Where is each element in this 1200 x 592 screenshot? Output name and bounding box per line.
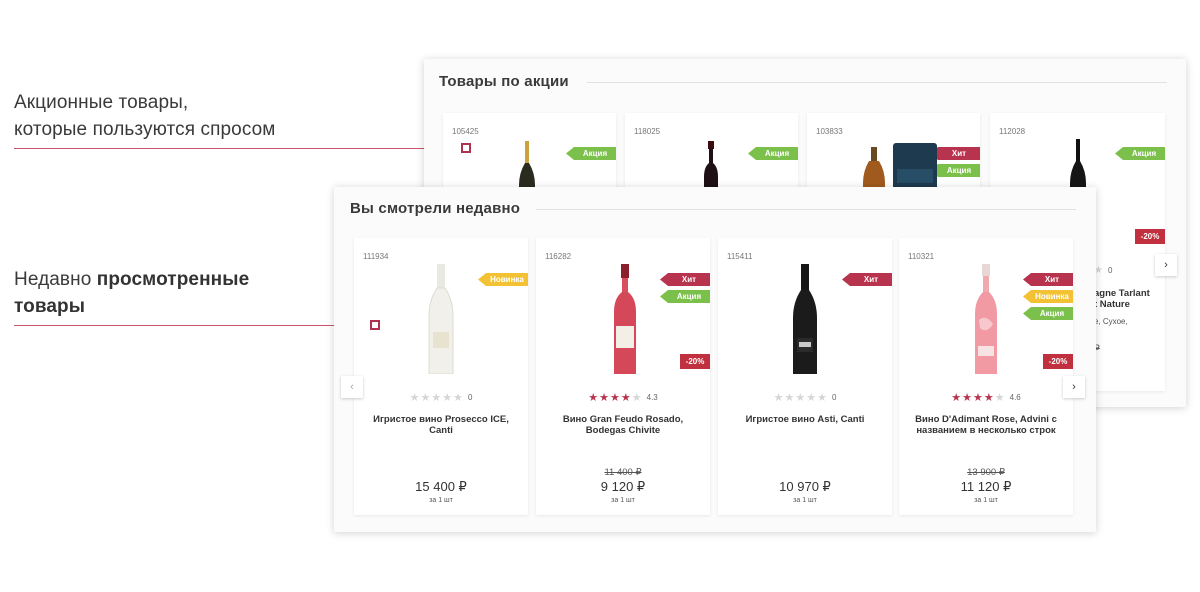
hit-tag: Хит <box>842 273 892 286</box>
annotation-promo-line2: которые пользуются спросом <box>14 119 276 140</box>
star-icon: ★ <box>973 392 984 404</box>
product-name: agne Tarlant t Nature <box>1094 288 1150 310</box>
rating-value: 4.6 <box>1009 393 1021 402</box>
product-name[interactable]: Игристое вино Prosecco ICE, Canti <box>368 414 514 436</box>
discount-badge: -20% <box>1043 354 1073 369</box>
star-icon: ★ <box>795 392 807 404</box>
recent-panel-rule <box>536 209 1076 210</box>
star-icon: ★ <box>806 392 818 404</box>
star-icon: ★ <box>431 392 443 404</box>
new-tag: Новинка <box>1023 290 1073 303</box>
product-sku: 110321 <box>908 252 935 261</box>
product-name[interactable]: Игристое вино Asti, Canti <box>732 414 878 425</box>
rating-stars: ★★★★★ 4.3 <box>536 391 710 404</box>
discount-badge: -20% <box>1135 229 1165 244</box>
rating-stars: ★★★★★ 0 <box>718 391 892 404</box>
product-image <box>611 264 639 374</box>
product-image <box>427 264 455 374</box>
promo-tag: Акция <box>566 147 616 160</box>
annotation-promo-line1: Акционные товары, <box>14 92 189 113</box>
annotation-recent: Недавно просмотренные товары <box>14 266 249 320</box>
product-sku: 111934 <box>363 252 389 261</box>
promo-tag: Акция <box>1023 307 1073 320</box>
product-card[interactable]: 111934 Новинка ★★★★★ 0 Игристое вино Pros… <box>354 238 528 515</box>
star-icon: ★ <box>983 392 995 404</box>
rating-value: 0 <box>467 393 473 402</box>
product-image <box>972 264 1000 374</box>
star-icon: ★ <box>453 392 464 404</box>
recent-panel-title: Вы смотрели недавно <box>350 200 521 217</box>
rating-value: 0 <box>1107 266 1113 275</box>
product-price: 9 120 ₽ <box>600 479 646 494</box>
star-icon: ★ <box>994 392 1006 404</box>
price-unit: за 1 шт <box>429 497 453 504</box>
hit-tag: Хит <box>1023 273 1073 286</box>
recent-prev-button[interactable]: ‹ <box>341 376 363 398</box>
promo-next-button[interactable]: › <box>1155 254 1177 276</box>
product-name[interactable]: Вино Gran Feudo Rosado, Bodegas Chivite <box>550 414 696 436</box>
chevron-right-icon: › <box>1072 381 1076 393</box>
rating-value: 4.3 <box>646 393 658 402</box>
product-sku: 115411 <box>727 252 753 261</box>
annotation-recent-bold2: товары <box>14 296 86 317</box>
price-unit: за 1 шт <box>793 497 817 504</box>
chevron-right-icon: › <box>1164 259 1168 271</box>
star-icon: ★ <box>784 392 796 404</box>
annotation-promo: Акционные товары, которые пользуются спр… <box>14 89 275 143</box>
price-unit: за 1 шт <box>611 497 635 504</box>
annotation-recent-bold: просмотренные <box>96 269 250 290</box>
star-icon: ★ <box>962 392 973 404</box>
product-card[interactable]: 115411 Хит ★★★★★ 0 Игристое вино Asti, Ca… <box>718 238 892 515</box>
product-card[interactable]: 116282 Хит Акция -20% ★★★★★ 4.3 Вино Gran… <box>536 238 710 515</box>
star-icon: ★ <box>442 392 454 404</box>
star-icon: ★ <box>420 392 432 404</box>
product-price: 15 400 ₽ <box>415 479 467 494</box>
annotation-promo-line <box>14 148 461 149</box>
product-card[interactable]: 110321 Хит Новинка Акция -20% ★★★★★ 4.6 В… <box>899 238 1073 515</box>
star-icon: ★ <box>817 392 828 404</box>
recent-panel: Вы смотрели недавно 111934 Новинка ★★★★★… <box>334 187 1096 532</box>
old-price: 11 400 ₽ <box>604 467 642 478</box>
product-image <box>791 264 819 374</box>
rating-value: 0 <box>831 393 837 402</box>
promo-tag: Акция <box>748 147 798 160</box>
star-icon: ★ <box>588 392 600 404</box>
product-name[interactable]: Вино D'Adimant Rose, Advini с названием … <box>913 414 1059 436</box>
rating-stars: ★★★★★ 0 <box>354 391 528 404</box>
promo-panel-rule <box>587 82 1167 83</box>
new-tag: Новинка <box>478 273 528 286</box>
rating-stars: ★★★★★ 4.6 <box>899 391 1073 404</box>
annotation-recent-marker <box>370 320 380 330</box>
price-unit: за 1 шт <box>974 497 998 504</box>
recent-next-button[interactable]: › <box>1063 376 1085 398</box>
hit-tag: Хит <box>660 273 710 286</box>
promo-tag: Акция <box>1115 147 1165 160</box>
product-sku: 105425 <box>452 127 479 136</box>
old-price: 13 900 ₽ <box>967 467 1005 478</box>
star-icon: ★ <box>620 392 632 404</box>
annotation-recent-regular: Недавно <box>14 269 97 290</box>
discount-badge: -20% <box>680 354 710 369</box>
product-price: 11 120 ₽ <box>960 479 1012 494</box>
annotation-recent-line <box>14 325 370 326</box>
promo-tag: Акция <box>660 290 710 303</box>
product-sku: 116282 <box>545 252 572 261</box>
star-icon: ★ <box>631 392 643 404</box>
product-description: е, Сухое, <box>1094 317 1128 326</box>
promo-panel-title: Товары по акции <box>439 73 569 90</box>
star-icon: ★ <box>951 392 963 404</box>
star-icon: ★ <box>773 392 785 404</box>
product-sku: 103833 <box>816 127 843 136</box>
annotation-promo-marker <box>461 143 471 153</box>
product-sku: 118025 <box>634 127 661 136</box>
product-sku: 112028 <box>999 127 1026 136</box>
rating-stars: ★ 0 <box>1094 265 1113 276</box>
product-price: 10 970 ₽ <box>779 479 831 494</box>
star-icon: ★ <box>610 392 621 404</box>
chevron-left-icon: ‹ <box>350 381 354 393</box>
star-icon: ★ <box>599 392 610 404</box>
star-icon: ★ <box>409 392 421 404</box>
